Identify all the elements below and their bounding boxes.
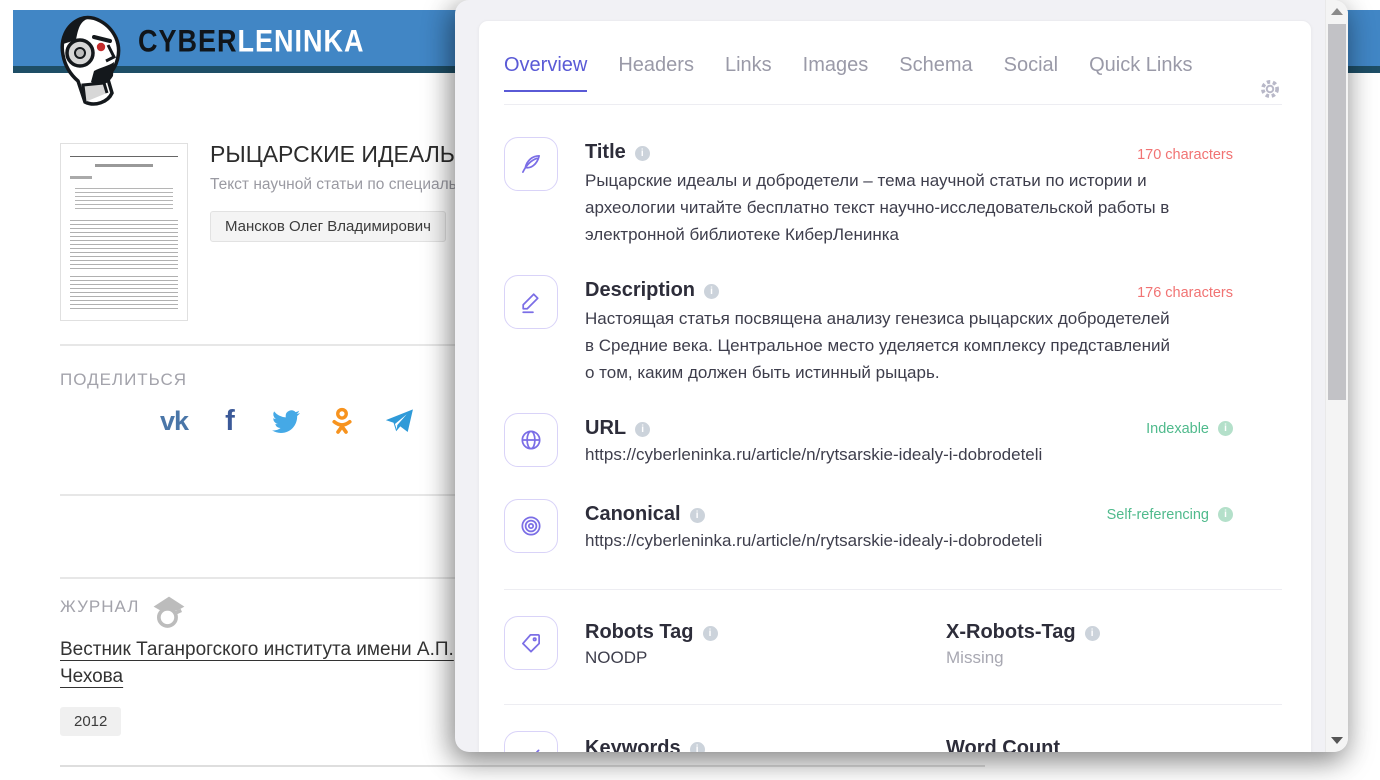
robots-tag-info-icon[interactable] [702,626,718,641]
robots-tag-icon [504,616,558,670]
title-char-count-badge: 170 characters [1137,147,1233,163]
title-section-label: Title [585,141,650,164]
author-chip[interactable]: Мансков Олег Владимирович [210,211,447,242]
description-char-count-badge: 176 characters [1137,285,1233,301]
tab-overview[interactable]: Overview [504,54,588,92]
tabs-divider [504,104,1282,105]
url-globe-icon [504,413,558,467]
canonical-label-text: Canonical [585,503,681,525]
robots-tag-section-label: Robots Tag [585,621,718,644]
title-value-text: Рыцарские идеалы и добродетели – тема на… [585,171,1170,244]
cyberleninka-logo-text[interactable]: CYBERLENINKA [138,24,365,60]
url-info-icon[interactable] [635,422,651,437]
tab-social[interactable]: Social [1004,54,1058,90]
url-value: https://cyberleninka.ru/article/n/rytsar… [585,445,1043,464]
settings-gear-icon[interactable] [1257,76,1283,102]
keywords-label-text: Keywords [585,737,681,752]
journal-link[interactable]: Вестник Таганрогского института имени А.… [60,636,458,690]
seo-overview-card: Overview Headers Links Images Schema Soc… [478,20,1312,752]
keywords-section-label: Keywords [585,737,705,752]
description-pencil-icon [504,275,558,329]
page-divider-4 [60,765,985,767]
robots-tag-label-text: Robots Tag [585,621,694,643]
tab-schema[interactable]: Schema [899,54,972,90]
article-preview-thumbnail [60,143,188,321]
url-badge-text: Indexable [1146,421,1209,437]
screen: CYBERLENINKA РЫЦАРСКИЕ ИДЕАЛЫ И Текст на… [0,0,1380,780]
thumbnail-abstract-lines [75,188,173,210]
url-label-text: URL [585,417,627,439]
robots-tag-value: NOODP [585,648,648,667]
title-info-icon[interactable] [634,146,650,161]
keywords-info-icon[interactable] [689,742,705,752]
x-robots-tag-label-text: X-Robots-Tag [946,621,1076,643]
thumbnail-body-lines-2 [70,276,178,310]
tab-headers[interactable]: Headers [618,54,694,90]
word-count-label-text: Word Count [946,737,1061,752]
description-section-label: Description [585,279,720,302]
panel-tab-bar: Overview Headers Links Images Schema Soc… [504,54,1283,92]
twitter-share-icon[interactable] [267,403,305,439]
thumbnail-label-line [70,176,92,179]
canonical-self-ref-badge: Self-referencing [1107,507,1233,523]
logo-text-cyber: CYBER [138,24,238,59]
share-section-label: ПОДЕЛИТЬСЯ [60,370,188,389]
thumbnail-rule [70,156,178,157]
url-indexable-badge: Indexable [1146,421,1233,437]
title-label-text: Title [585,141,626,163]
thumbnail-heading-line [95,164,153,167]
x-robots-tag-info-icon[interactable] [1084,626,1100,641]
x-robots-tag-value: Missing [946,648,1004,667]
journal-year-badge[interactable]: 2012 [60,707,122,736]
odnoklassniki-share-icon[interactable] [323,403,361,439]
canonical-info-icon[interactable] [689,508,705,523]
canonical-badge-text: Self-referencing [1106,507,1209,523]
tab-quick-links[interactable]: Quick Links [1089,54,1192,90]
canonical-target-icon [504,499,558,553]
self-referencing-info-icon[interactable] [1218,507,1233,522]
canonical-value: https://cyberleninka.ru/article/n/rytsar… [585,531,1043,550]
vk-share-icon[interactable]: vk [155,403,193,439]
google-scholar-icon[interactable] [150,592,188,632]
cyberleninka-logo-icon[interactable] [56,13,130,107]
title-quill-icon [504,137,558,191]
telegram-share-icon[interactable] [379,403,417,439]
url-section-label: URL [585,417,651,440]
share-buttons-row: vk f [155,403,417,439]
scrollbar-down-arrow-icon[interactable] [1331,737,1343,744]
panel-scrollbar[interactable] [1325,0,1348,752]
scrollbar-thumb[interactable] [1328,24,1346,400]
card-divider-2 [504,704,1282,705]
word-count-section-label: Word Count [946,737,1060,752]
article-title: РЫЦАРСКИЕ ИДЕАЛЫ И [210,141,484,167]
canonical-section-label: Canonical [585,503,705,526]
tab-images[interactable]: Images [803,54,869,90]
logo-text-leninka: LENINKA [237,24,365,59]
description-label-text: Description [585,279,696,301]
keywords-key-icon [504,731,558,752]
thumbnail-body-lines-1 [70,220,178,270]
description-info-icon[interactable] [704,284,720,299]
seo-extension-panel: Overview Headers Links Images Schema Soc… [455,0,1348,752]
journal-section-label: ЖУРНАЛ [60,597,140,616]
x-robots-tag-section-label: X-Robots-Tag [946,621,1100,644]
card-divider-1 [504,589,1282,590]
scrollbar-up-arrow-icon[interactable] [1331,8,1343,15]
facebook-share-icon[interactable]: f [211,403,249,439]
indexable-info-icon[interactable] [1218,421,1233,436]
tab-links[interactable]: Links [725,54,772,90]
description-value-text: Настоящая статья посвящена анализу генез… [585,309,1170,382]
